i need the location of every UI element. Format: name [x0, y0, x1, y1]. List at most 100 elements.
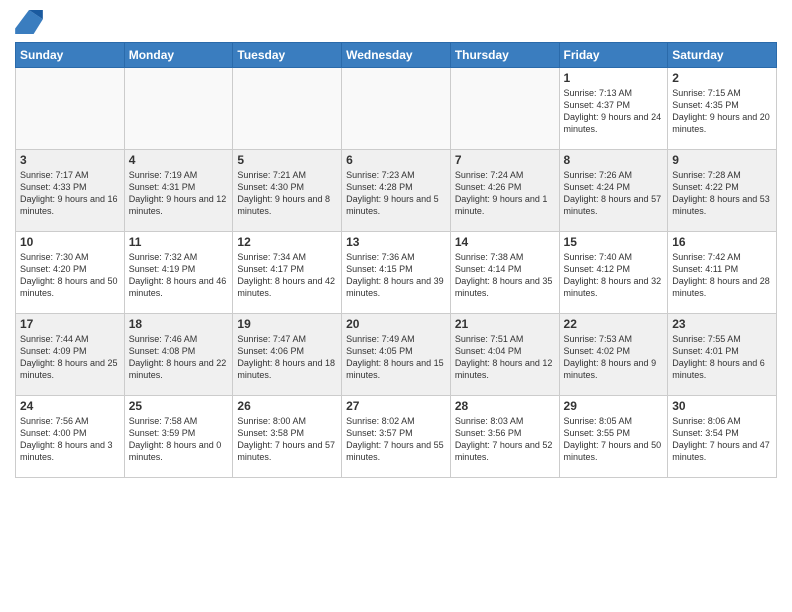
- day-info: Sunrise: 7:26 AMSunset: 4:24 PMDaylight:…: [564, 169, 664, 218]
- day-number: 22: [564, 317, 664, 331]
- day-number: 2: [672, 71, 772, 85]
- day-info: Sunrise: 7:32 AMSunset: 4:19 PMDaylight:…: [129, 251, 229, 300]
- day-info: Sunrise: 7:34 AMSunset: 4:17 PMDaylight:…: [237, 251, 337, 300]
- day-info: Sunrise: 7:38 AMSunset: 4:14 PMDaylight:…: [455, 251, 555, 300]
- weekday-header-wednesday: Wednesday: [342, 43, 451, 68]
- calendar-cell: 7 Sunrise: 7:24 AMSunset: 4:26 PMDaylight…: [450, 150, 559, 232]
- day-number: 26: [237, 399, 337, 413]
- calendar-cell: 9Sunrise: 7:28 AMSunset: 4:22 PMDaylight…: [668, 150, 777, 232]
- calendar-cell: 23Sunrise: 7:55 AMSunset: 4:01 PMDayligh…: [668, 314, 777, 396]
- calendar-cell: [124, 68, 233, 150]
- calendar-cell: 20Sunrise: 7:49 AMSunset: 4:05 PMDayligh…: [342, 314, 451, 396]
- day-number: 30: [672, 399, 772, 413]
- weekday-header-tuesday: Tuesday: [233, 43, 342, 68]
- week-row-3: 10 Sunrise: 7:30 AMSunset: 4:20 PMDayligh…: [16, 232, 777, 314]
- day-info: Sunrise: 7:42 AMSunset: 4:11 PMDaylight:…: [672, 251, 772, 300]
- day-number: 23: [672, 317, 772, 331]
- day-info: Sunrise: 7:44 AMSunset: 4:09 PMDaylight:…: [20, 333, 120, 382]
- calendar-cell: 16 Sunrise: 7:42 AMSunset: 4:11 PMDayligh…: [668, 232, 777, 314]
- day-info: Sunrise: 7:15 AMSunset: 4:35 PMDaylight:…: [672, 87, 772, 136]
- day-info: Sunrise: 7:17 AMSunset: 4:33 PMDaylight:…: [20, 169, 120, 218]
- day-number: 15: [564, 235, 664, 249]
- day-number: 28: [455, 399, 555, 413]
- calendar-cell: 21 Sunrise: 7:51 AMSunset: 4:04 PMDayligh…: [450, 314, 559, 396]
- calendar-cell: 6 Sunrise: 7:23 AMSunset: 4:28 PMDaylight…: [342, 150, 451, 232]
- calendar-cell: 10 Sunrise: 7:30 AMSunset: 4:20 PMDayligh…: [16, 232, 125, 314]
- day-number: 21: [455, 317, 555, 331]
- weekday-header-monday: Monday: [124, 43, 233, 68]
- calendar-cell: 14 Sunrise: 7:38 AMSunset: 4:14 PMDayligh…: [450, 232, 559, 314]
- calendar-cell: 19Sunrise: 7:47 AMSunset: 4:06 PMDayligh…: [233, 314, 342, 396]
- day-number: 27: [346, 399, 446, 413]
- calendar-cell: 27 Sunrise: 8:02 AMSunset: 3:57 PMDayligh…: [342, 396, 451, 478]
- day-info: Sunrise: 7:40 AMSunset: 4:12 PMDaylight:…: [564, 251, 664, 300]
- calendar-cell: 3 Sunrise: 7:17 AMSunset: 4:33 PMDaylight…: [16, 150, 125, 232]
- day-info: Sunrise: 7:46 AMSunset: 4:08 PMDaylight:…: [129, 333, 229, 382]
- day-number: 24: [20, 399, 120, 413]
- day-info: Sunrise: 7:24 AMSunset: 4:26 PMDaylight:…: [455, 169, 555, 218]
- calendar-container: SundayMondayTuesdayWednesdayThursdayFrid…: [0, 0, 792, 488]
- day-number: 3: [20, 153, 120, 167]
- day-info: Sunrise: 8:03 AMSunset: 3:56 PMDaylight:…: [455, 415, 555, 464]
- calendar-cell: 12 Sunrise: 7:34 AMSunset: 4:17 PMDayligh…: [233, 232, 342, 314]
- weekday-header-thursday: Thursday: [450, 43, 559, 68]
- calendar-cell: [450, 68, 559, 150]
- day-number: 17: [20, 317, 120, 331]
- day-info: Sunrise: 7:47 AMSunset: 4:06 PMDaylight:…: [237, 333, 337, 382]
- calendar-cell: 15 Sunrise: 7:40 AMSunset: 4:12 PMDayligh…: [559, 232, 668, 314]
- day-number: 29: [564, 399, 664, 413]
- calendar-cell: [16, 68, 125, 150]
- calendar-cell: 24 Sunrise: 7:56 AMSunset: 4:00 PMDayligh…: [16, 396, 125, 478]
- calendar-cell: 1 Sunrise: 7:13 AMSunset: 4:37 PMDaylight…: [559, 68, 668, 150]
- calendar-cell: 11 Sunrise: 7:32 AMSunset: 4:19 PMDayligh…: [124, 232, 233, 314]
- day-info: Sunrise: 7:28 AMSunset: 4:22 PMDaylight:…: [672, 169, 772, 218]
- day-number: 14: [455, 235, 555, 249]
- day-number: 10: [20, 235, 120, 249]
- calendar-table: SundayMondayTuesdayWednesdayThursdayFrid…: [15, 42, 777, 478]
- calendar-cell: [233, 68, 342, 150]
- day-info: Sunrise: 7:36 AMSunset: 4:15 PMDaylight:…: [346, 251, 446, 300]
- day-number: 5: [237, 153, 337, 167]
- day-info: Sunrise: 7:51 AMSunset: 4:04 PMDaylight:…: [455, 333, 555, 382]
- calendar-cell: 5 Sunrise: 7:21 AMSunset: 4:30 PMDaylight…: [233, 150, 342, 232]
- week-row-1: 1 Sunrise: 7:13 AMSunset: 4:37 PMDaylight…: [16, 68, 777, 150]
- day-number: 12: [237, 235, 337, 249]
- calendar-cell: 2 Sunrise: 7:15 AMSunset: 4:35 PMDaylight…: [668, 68, 777, 150]
- week-row-2: 3 Sunrise: 7:17 AMSunset: 4:33 PMDaylight…: [16, 150, 777, 232]
- day-number: 1: [564, 71, 664, 85]
- day-info: Sunrise: 7:23 AMSunset: 4:28 PMDaylight:…: [346, 169, 446, 218]
- day-info: Sunrise: 7:13 AMSunset: 4:37 PMDaylight:…: [564, 87, 664, 136]
- week-row-4: 17 Sunrise: 7:44 AMSunset: 4:09 PMDayligh…: [16, 314, 777, 396]
- weekday-header-row: SundayMondayTuesdayWednesdayThursdayFrid…: [16, 43, 777, 68]
- calendar-cell: 22 Sunrise: 7:53 AMSunset: 4:02 PMDayligh…: [559, 314, 668, 396]
- day-info: Sunrise: 7:21 AMSunset: 4:30 PMDaylight:…: [237, 169, 337, 218]
- day-number: 20: [346, 317, 446, 331]
- day-number: 18: [129, 317, 229, 331]
- day-info: Sunrise: 7:56 AMSunset: 4:00 PMDaylight:…: [20, 415, 120, 464]
- day-info: Sunrise: 7:53 AMSunset: 4:02 PMDaylight:…: [564, 333, 664, 382]
- weekday-header-sunday: Sunday: [16, 43, 125, 68]
- week-row-5: 24 Sunrise: 7:56 AMSunset: 4:00 PMDayligh…: [16, 396, 777, 478]
- day-info: Sunrise: 8:05 AMSunset: 3:55 PMDaylight:…: [564, 415, 664, 464]
- calendar-cell: 18 Sunrise: 7:46 AMSunset: 4:08 PMDayligh…: [124, 314, 233, 396]
- calendar-cell: 28 Sunrise: 8:03 AMSunset: 3:56 PMDayligh…: [450, 396, 559, 478]
- day-number: 4: [129, 153, 229, 167]
- day-number: 6: [346, 153, 446, 167]
- calendar-cell: 4Sunrise: 7:19 AMSunset: 4:31 PMDaylight…: [124, 150, 233, 232]
- logo: [15, 10, 47, 34]
- day-number: 25: [129, 399, 229, 413]
- day-number: 7: [455, 153, 555, 167]
- calendar-cell: 17 Sunrise: 7:44 AMSunset: 4:09 PMDayligh…: [16, 314, 125, 396]
- calendar-cell: 29 Sunrise: 8:05 AMSunset: 3:55 PMDayligh…: [559, 396, 668, 478]
- weekday-header-saturday: Saturday: [668, 43, 777, 68]
- day-info: Sunrise: 7:30 AMSunset: 4:20 PMDaylight:…: [20, 251, 120, 300]
- day-number: 16: [672, 235, 772, 249]
- day-number: 13: [346, 235, 446, 249]
- day-info: Sunrise: 8:02 AMSunset: 3:57 PMDaylight:…: [346, 415, 446, 464]
- logo-icon: [15, 10, 43, 34]
- calendar-cell: 13 Sunrise: 7:36 AMSunset: 4:15 PMDayligh…: [342, 232, 451, 314]
- calendar-cell: 30Sunrise: 8:06 AMSunset: 3:54 PMDayligh…: [668, 396, 777, 478]
- day-number: 11: [129, 235, 229, 249]
- calendar-cell: 25Sunrise: 7:58 AMSunset: 3:59 PMDayligh…: [124, 396, 233, 478]
- calendar-cell: 26Sunrise: 8:00 AMSunset: 3:58 PMDayligh…: [233, 396, 342, 478]
